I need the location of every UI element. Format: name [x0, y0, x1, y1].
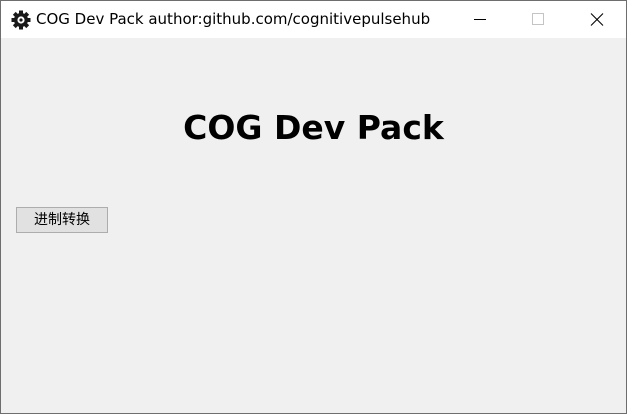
base-conversion-button[interactable]: 进制转换 [16, 207, 108, 233]
gear-icon [11, 10, 31, 30]
minimize-button[interactable] [451, 1, 509, 38]
client-area: COG Dev Pack 进制转换 [1, 38, 626, 413]
minimize-icon [474, 19, 486, 20]
page-title: COG Dev Pack [183, 108, 444, 147]
close-icon [590, 13, 604, 26]
maximize-button[interactable] [509, 1, 567, 38]
window-title: COG Dev Pack author:github.com/cognitive… [36, 10, 431, 28]
close-button[interactable] [568, 1, 626, 38]
maximize-icon [532, 13, 544, 25]
app-window: COG Dev Pack author:github.com/cognitive… [0, 0, 627, 414]
title-bar[interactable]: COG Dev Pack author:github.com/cognitive… [1, 1, 626, 38]
